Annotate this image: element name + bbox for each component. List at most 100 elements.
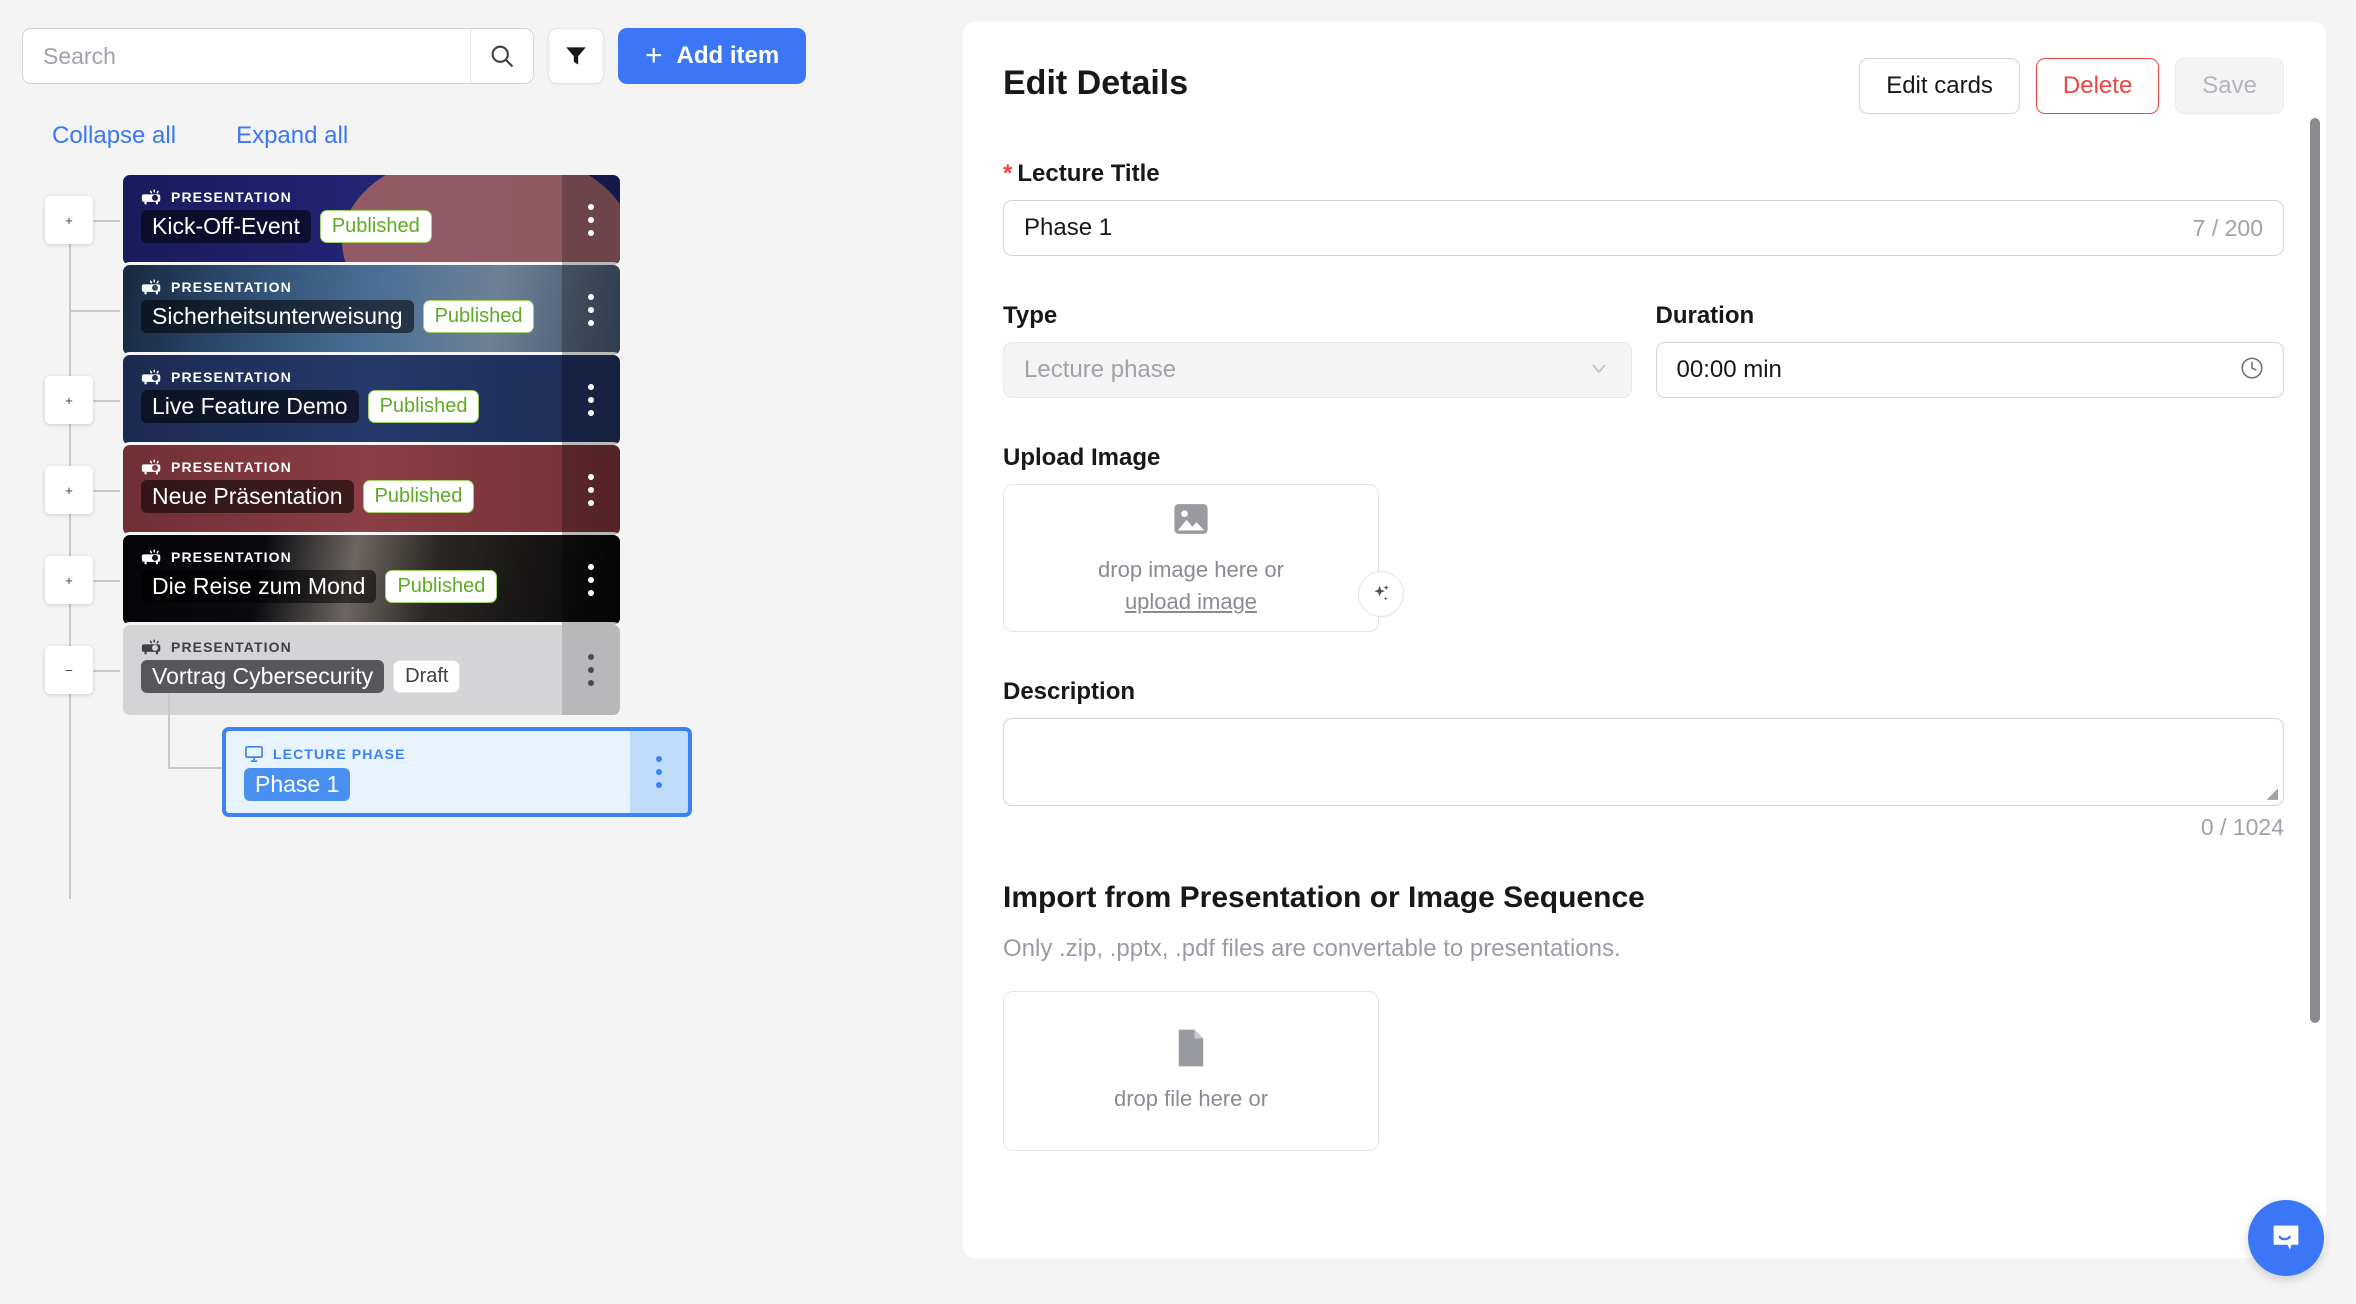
item-tree: + PRESENTATION Kick-Off-Event Published … — [0, 175, 945, 899]
type-duration-row: Type Lecture phase Duration 00:00 min — [1003, 256, 2284, 398]
import-section-title: Import from Presentation or Image Sequen… — [1003, 881, 1645, 914]
resize-grip-icon[interactable]: ◢ — [2266, 786, 2278, 801]
search-field[interactable] — [22, 28, 534, 84]
card-kind-label: PRESENTATION — [171, 189, 292, 205]
clock-icon — [2239, 355, 2265, 386]
tree-connector — [69, 310, 120, 312]
card-title: Live Feature Demo — [141, 390, 359, 423]
lecture-screen-icon — [245, 745, 263, 763]
status-badge: Published — [422, 300, 535, 333]
expand-toggle[interactable]: + — [45, 556, 93, 604]
description-field[interactable]: ◢ — [1003, 718, 2284, 806]
duration-field[interactable]: 00:00 min — [1655, 342, 2284, 398]
tree-bulk-controls: Collapse all Expand all — [52, 122, 348, 150]
save-button[interactable]: Save — [2175, 58, 2284, 114]
file-dropzone[interactable]: drop file here or — [1003, 991, 1379, 1151]
image-drop-text: drop image here or — [1098, 557, 1284, 583]
card-title: Neue Präsentation — [141, 480, 354, 513]
tree-connector — [168, 767, 224, 769]
edit-cards-button[interactable]: Edit cards — [1859, 58, 2020, 114]
card-kind-label: PRESENTATION — [171, 369, 292, 385]
tree-row: + — [0, 445, 945, 535]
tree-card-vortrag-cybersecurity[interactable]: PRESENTATION Vortrag Cybersecurity Draft — [123, 625, 620, 715]
upload-image-label: Upload Image — [1003, 444, 1161, 471]
card-menu-button[interactable] — [562, 445, 620, 535]
expand-toggle[interactable]: + — [45, 466, 93, 514]
card-kind-label: LECTURE PHASE — [273, 746, 406, 762]
tree-row: + — [0, 175, 945, 265]
import-section-subtitle: Only .zip, .pptx, .pdf files are convert… — [1003, 935, 1621, 962]
search-input[interactable] — [23, 29, 470, 83]
duration-value: 00:00 min — [1676, 356, 1782, 383]
card-menu-button[interactable] — [562, 355, 620, 445]
lecture-title-counter: 7 / 200 — [2192, 214, 2263, 241]
tree-card-sicherheitsunterweisung[interactable]: PRESENTATION Sicherheitsunterweisung Pub… — [123, 265, 620, 355]
card-title: Die Reise zum Mond — [141, 570, 377, 603]
status-badge: Published — [319, 210, 432, 243]
add-item-label: Add item — [676, 42, 780, 69]
image-dropzone[interactable]: drop image here or upload image — [1003, 484, 1404, 632]
status-badge: Draft — [393, 660, 461, 693]
filter-icon — [566, 47, 586, 65]
projector-icon — [141, 279, 161, 295]
chat-widget-button[interactable] — [2248, 1200, 2324, 1276]
add-item-button[interactable]: + Add item — [618, 28, 807, 84]
app-root: + Add item Collapse all Expand all + — [0, 0, 2356, 1304]
delete-button[interactable]: Delete — [2035, 58, 2160, 114]
filter-button[interactable] — [548, 28, 604, 84]
card-menu-button[interactable] — [630, 731, 688, 813]
tree-card-kick-off-event[interactable]: PRESENTATION Kick-Off-Event Published — [123, 175, 620, 265]
tree-row: + — [0, 355, 945, 445]
required-marker: * — [1003, 160, 1013, 187]
card-kind: PRESENTATION — [141, 189, 620, 205]
search-button[interactable] — [470, 29, 533, 83]
card-menu-button[interactable] — [562, 535, 620, 625]
card-kind-label: PRESENTATION — [171, 639, 292, 655]
tree-row: + — [0, 535, 945, 625]
card-kind: PRESENTATION — [141, 549, 620, 565]
panel-scrollbar[interactable] — [2310, 118, 2320, 1023]
file-dropzone-text: drop file here or — [1113, 1086, 1269, 1112]
tree-card-neue-praesentation[interactable]: PRESENTATION Neue Präsentation Published — [123, 445, 620, 535]
description-counter: 0 / 1024 — [2200, 814, 2284, 840]
projector-icon — [141, 189, 161, 205]
tree-row: − PRESENTATION Vortrag Cybersecurity Dra… — [0, 625, 945, 715]
tree-child-row: LECTURE PHASE Phase 1 — [0, 677, 945, 817]
plus-icon: + — [645, 39, 663, 72]
lecture-title-label-text: Lecture Title — [1017, 160, 1160, 187]
card-kind-label: PRESENTATION — [171, 459, 292, 475]
type-label: Type — [1003, 302, 1058, 329]
ai-generate-button[interactable] — [1358, 571, 1404, 617]
card-menu-button[interactable] — [562, 265, 620, 355]
sidebar-toolbar: + Add item — [22, 28, 807, 84]
card-title: Phase 1 — [244, 768, 351, 801]
card-title: Sicherheitsunterweisung — [141, 300, 414, 333]
card-kind-label: PRESENTATION — [171, 279, 292, 295]
tree-card-die-reise-zum-mond[interactable]: PRESENTATION Die Reise zum Mond Publishe… — [123, 535, 620, 625]
projector-icon — [141, 459, 161, 475]
upload-image-link[interactable]: upload image — [1125, 589, 1257, 614]
expand-all-button[interactable]: Expand all — [236, 122, 348, 150]
expand-toggle[interactable]: + — [45, 196, 93, 244]
card-menu-button[interactable] — [562, 175, 620, 265]
card-kind: LECTURE PHASE — [244, 745, 688, 763]
duration-label: Duration — [1655, 302, 1755, 329]
collapse-all-button[interactable]: Collapse all — [52, 122, 176, 150]
type-select[interactable]: Lecture phase — [1003, 342, 1632, 398]
lecture-title-field[interactable]: Phase 1 7 / 200 — [1003, 200, 2284, 256]
projector-icon — [141, 549, 161, 565]
card-kind: PRESENTATION — [141, 279, 620, 295]
lecture-title-label: * Lecture Title — [1003, 160, 2284, 188]
card-kind: PRESENTATION — [141, 639, 620, 655]
description-label: Description — [1003, 678, 1136, 705]
tree-card-live-feature-demo[interactable]: PRESENTATION Live Feature Demo Published — [123, 355, 620, 445]
panel-actions: Edit cards Delete Save — [1859, 58, 2284, 114]
tree-card-phase-1[interactable]: LECTURE PHASE Phase 1 — [222, 727, 692, 817]
expand-toggle[interactable]: + — [45, 376, 93, 424]
card-menu-button[interactable] — [562, 625, 620, 715]
edit-details-panel: Edit Details Edit cards Delete Save * Lec… — [963, 22, 2326, 1258]
projector-icon — [141, 369, 161, 385]
card-kind: PRESENTATION — [141, 459, 620, 475]
status-badge: Published — [362, 480, 475, 513]
collapse-toggle[interactable]: − — [45, 646, 93, 694]
